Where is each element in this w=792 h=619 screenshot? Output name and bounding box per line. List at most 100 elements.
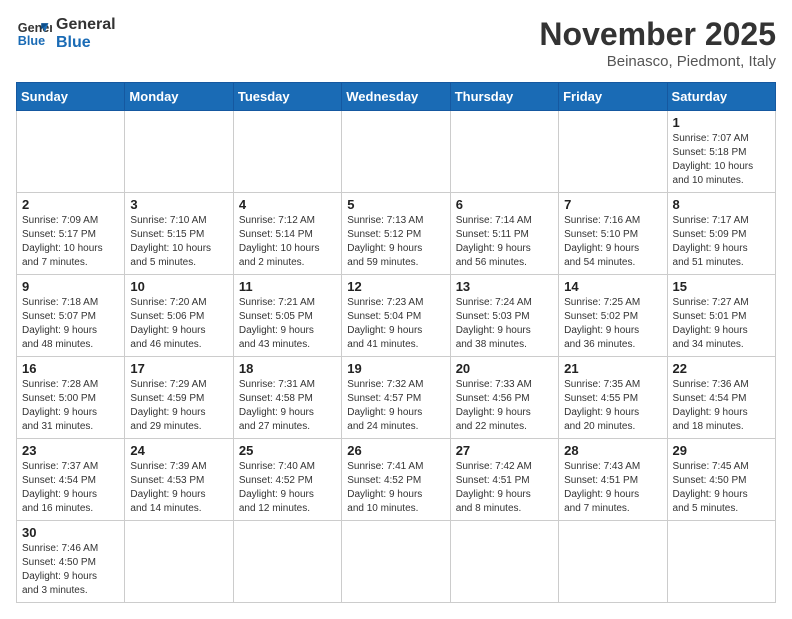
day-number: 24 xyxy=(130,443,227,458)
day-info: Sunrise: 7:35 AM Sunset: 4:55 PM Dayligh… xyxy=(564,378,661,434)
day-number: 22 xyxy=(673,361,770,376)
day-number: 17 xyxy=(130,361,227,376)
calendar-cell: 7 Sunrise: 7:16 AM Sunset: 5:10 PM Daylig… xyxy=(559,193,667,275)
day-number: 26 xyxy=(347,443,444,458)
day-number: 5 xyxy=(347,197,444,212)
logo-icon: General Blue xyxy=(16,16,52,52)
day-info: Sunrise: 7:29 AM Sunset: 4:59 PM Dayligh… xyxy=(130,378,227,434)
logo: General Blue General Blue xyxy=(16,16,116,52)
calendar-cell: 9 Sunrise: 7:18 AM Sunset: 5:07 PM Daylig… xyxy=(17,275,125,357)
logo-blue: Blue xyxy=(56,34,116,52)
calendar-cell xyxy=(125,111,233,193)
calendar-cell: 2 Sunrise: 7:09 AM Sunset: 5:17 PM Daylig… xyxy=(17,193,125,275)
calendar-cell: 20 Sunrise: 7:33 AM Sunset: 4:56 PM Dayli… xyxy=(450,357,558,439)
day-number: 15 xyxy=(673,279,770,294)
header: General Blue General Blue November 2025 … xyxy=(16,16,776,70)
calendar-cell xyxy=(559,111,667,193)
calendar-cell: 10 Sunrise: 7:20 AM Sunset: 5:06 PM Dayli… xyxy=(125,275,233,357)
month-title: November 2025 xyxy=(539,16,776,53)
calendar-cell: 13 Sunrise: 7:24 AM Sunset: 5:03 PM Dayli… xyxy=(450,275,558,357)
weekday-saturday: Saturday xyxy=(667,83,775,111)
day-info: Sunrise: 7:27 AM Sunset: 5:01 PM Dayligh… xyxy=(673,296,770,352)
day-number: 11 xyxy=(239,279,336,294)
day-number: 21 xyxy=(564,361,661,376)
day-info: Sunrise: 7:41 AM Sunset: 4:52 PM Dayligh… xyxy=(347,460,444,516)
logo-general: General xyxy=(56,16,116,34)
calendar-cell xyxy=(17,111,125,193)
day-info: Sunrise: 7:20 AM Sunset: 5:06 PM Dayligh… xyxy=(130,296,227,352)
day-number: 19 xyxy=(347,361,444,376)
day-info: Sunrise: 7:45 AM Sunset: 4:50 PM Dayligh… xyxy=(673,460,770,516)
day-info: Sunrise: 7:33 AM Sunset: 4:56 PM Dayligh… xyxy=(456,378,553,434)
calendar-cell xyxy=(559,521,667,603)
day-info: Sunrise: 7:42 AM Sunset: 4:51 PM Dayligh… xyxy=(456,460,553,516)
calendar-cell xyxy=(450,521,558,603)
calendar-cell: 6Sunrise: 7:14 AM Sunset: 5:11 PM Daylig… xyxy=(450,193,558,275)
calendar-week-4: 23Sunrise: 7:37 AM Sunset: 4:54 PM Dayli… xyxy=(17,439,776,521)
day-number: 27 xyxy=(456,443,553,458)
weekday-friday: Friday xyxy=(559,83,667,111)
day-number: 7 xyxy=(564,197,661,212)
calendar-cell: 22 Sunrise: 7:36 AM Sunset: 4:54 PM Dayli… xyxy=(667,357,775,439)
calendar-cell: 19 Sunrise: 7:32 AM Sunset: 4:57 PM Dayli… xyxy=(342,357,450,439)
calendar-cell xyxy=(450,111,558,193)
calendar-week-1: 2 Sunrise: 7:09 AM Sunset: 5:17 PM Daylig… xyxy=(17,193,776,275)
day-info: Sunrise: 7:21 AM Sunset: 5:05 PM Dayligh… xyxy=(239,296,336,352)
day-info: Sunrise: 7:43 AM Sunset: 4:51 PM Dayligh… xyxy=(564,460,661,516)
day-number: 2 xyxy=(22,197,119,212)
calendar-cell: 3Sunrise: 7:10 AM Sunset: 5:15 PM Daylig… xyxy=(125,193,233,275)
day-number: 3 xyxy=(130,197,227,212)
day-info: Sunrise: 7:23 AM Sunset: 5:04 PM Dayligh… xyxy=(347,296,444,352)
calendar-cell: 30Sunrise: 7:46 AM Sunset: 4:50 PM Dayli… xyxy=(17,521,125,603)
location: Beinasco, Piedmont, Italy xyxy=(539,53,776,70)
calendar-cell: 25Sunrise: 7:40 AM Sunset: 4:52 PM Dayli… xyxy=(233,439,341,521)
calendar-week-3: 16Sunrise: 7:28 AM Sunset: 5:00 PM Dayli… xyxy=(17,357,776,439)
weekday-wednesday: Wednesday xyxy=(342,83,450,111)
calendar-cell: 27 Sunrise: 7:42 AM Sunset: 4:51 PM Dayli… xyxy=(450,439,558,521)
day-number: 28 xyxy=(564,443,661,458)
calendar-cell: 23Sunrise: 7:37 AM Sunset: 4:54 PM Dayli… xyxy=(17,439,125,521)
day-info: Sunrise: 7:31 AM Sunset: 4:58 PM Dayligh… xyxy=(239,378,336,434)
calendar-week-0: 1Sunrise: 7:07 AM Sunset: 5:18 PM Daylig… xyxy=(17,111,776,193)
calendar-cell: 29 Sunrise: 7:45 AM Sunset: 4:50 PM Dayli… xyxy=(667,439,775,521)
day-number: 25 xyxy=(239,443,336,458)
day-number: 20 xyxy=(456,361,553,376)
day-number: 16 xyxy=(22,361,119,376)
calendar-cell: 1Sunrise: 7:07 AM Sunset: 5:18 PM Daylig… xyxy=(667,111,775,193)
day-info: Sunrise: 7:16 AM Sunset: 5:10 PM Dayligh… xyxy=(564,214,661,270)
day-number: 8 xyxy=(673,197,770,212)
day-info: Sunrise: 7:13 AM Sunset: 5:12 PM Dayligh… xyxy=(347,214,444,270)
day-number: 13 xyxy=(456,279,553,294)
calendar-cell: 5 Sunrise: 7:13 AM Sunset: 5:12 PM Daylig… xyxy=(342,193,450,275)
weekday-sunday: Sunday xyxy=(17,83,125,111)
calendar-cell: 21 Sunrise: 7:35 AM Sunset: 4:55 PM Dayli… xyxy=(559,357,667,439)
day-info: Sunrise: 7:46 AM Sunset: 4:50 PM Dayligh… xyxy=(22,542,119,598)
weekday-monday: Monday xyxy=(125,83,233,111)
day-info: Sunrise: 7:18 AM Sunset: 5:07 PM Dayligh… xyxy=(22,296,119,352)
calendar-cell xyxy=(233,521,341,603)
calendar-cell: 18Sunrise: 7:31 AM Sunset: 4:58 PM Dayli… xyxy=(233,357,341,439)
day-info: Sunrise: 7:17 AM Sunset: 5:09 PM Dayligh… xyxy=(673,214,770,270)
day-number: 14 xyxy=(564,279,661,294)
calendar: SundayMondayTuesdayWednesdayThursdayFrid… xyxy=(16,82,776,603)
calendar-cell: 16Sunrise: 7:28 AM Sunset: 5:00 PM Dayli… xyxy=(17,357,125,439)
calendar-cell: 11 Sunrise: 7:21 AM Sunset: 5:05 PM Dayli… xyxy=(233,275,341,357)
day-info: Sunrise: 7:36 AM Sunset: 4:54 PM Dayligh… xyxy=(673,378,770,434)
calendar-cell: 4Sunrise: 7:12 AM Sunset: 5:14 PM Daylig… xyxy=(233,193,341,275)
calendar-body: 1Sunrise: 7:07 AM Sunset: 5:18 PM Daylig… xyxy=(17,111,776,603)
day-info: Sunrise: 7:07 AM Sunset: 5:18 PM Dayligh… xyxy=(673,132,770,188)
day-number: 9 xyxy=(22,279,119,294)
calendar-cell: 14Sunrise: 7:25 AM Sunset: 5:02 PM Dayli… xyxy=(559,275,667,357)
day-info: Sunrise: 7:24 AM Sunset: 5:03 PM Dayligh… xyxy=(456,296,553,352)
calendar-cell xyxy=(125,521,233,603)
day-info: Sunrise: 7:09 AM Sunset: 5:17 PM Dayligh… xyxy=(22,214,119,270)
calendar-header: SundayMondayTuesdayWednesdayThursdayFrid… xyxy=(17,83,776,111)
weekday-header-row: SundayMondayTuesdayWednesdayThursdayFrid… xyxy=(17,83,776,111)
calendar-cell: 17 Sunrise: 7:29 AM Sunset: 4:59 PM Dayli… xyxy=(125,357,233,439)
day-number: 12 xyxy=(347,279,444,294)
day-number: 29 xyxy=(673,443,770,458)
day-number: 10 xyxy=(130,279,227,294)
day-info: Sunrise: 7:32 AM Sunset: 4:57 PM Dayligh… xyxy=(347,378,444,434)
day-number: 23 xyxy=(22,443,119,458)
calendar-week-2: 9 Sunrise: 7:18 AM Sunset: 5:07 PM Daylig… xyxy=(17,275,776,357)
